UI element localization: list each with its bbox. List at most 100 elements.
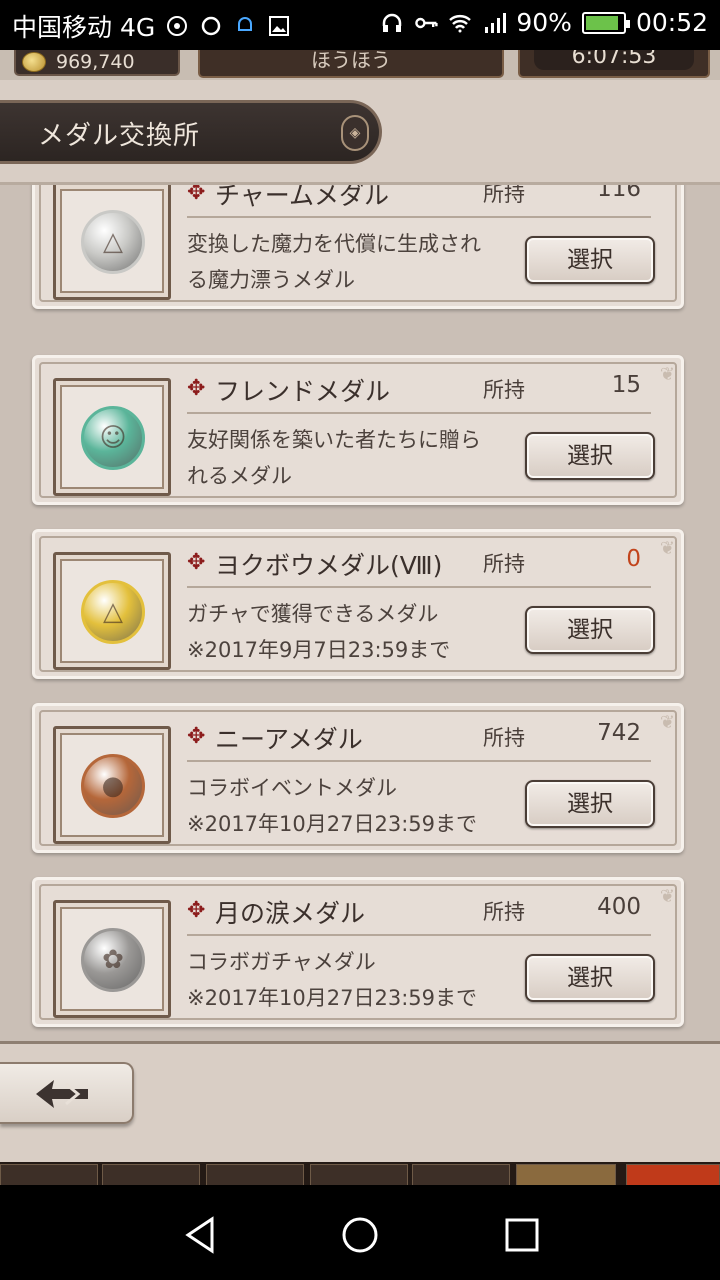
sync-icon [201,16,221,36]
ornament-icon: ❦ [659,364,675,385]
select-button[interactable]: 選択 [525,954,655,1002]
medal-name: 月の涙メダル [215,899,366,928]
back-button[interactable] [0,1062,134,1124]
ornament-icon: ❦ [659,538,675,559]
friend-medal-icon: ☺ [81,406,145,470]
description-line: コラボイベントメダル [187,776,397,800]
cross-icon: ✥ [187,898,206,923]
medal-description: 友好関係を築いた者たちに贈ら れるメダル [187,422,517,494]
select-button[interactable]: 選択 [525,432,655,480]
nav-back-icon[interactable] [182,1215,222,1255]
description-line: 変換した魔力を代償に生成され [187,232,481,256]
owned-count: 116 [597,182,641,202]
owned-count: 0 [626,546,641,572]
owned-count: 742 [597,720,641,746]
medal-frame: △ [53,185,171,300]
cross-icon: ✥ [187,550,206,575]
select-button[interactable]: 選択 [525,606,655,654]
medal-description: ガチャで獲得できるメダル ※2017年9月7日23:59まで [187,596,517,668]
stamina-box: ほうほう [198,50,504,78]
owned-label: 所持 [483,726,525,750]
bottom-tab-bar [0,1162,720,1185]
description-line: ※2017年10月27日23:59まで [187,812,478,836]
description-line: ※2017年10月27日23:59まで [187,986,478,1010]
carrier-label: 中国移动 4G [12,13,156,42]
description-line: れるメダル [187,464,292,488]
ornament-icon: ❦ [659,886,675,907]
medal-description: 変換した魔力を代償に生成され る魔力漂うメダル [187,226,517,298]
page-title-banner: メダル交換所 ◈ [0,100,382,164]
select-button[interactable]: 選択 [525,236,655,284]
tab-1[interactable] [0,1164,98,1185]
medal-frame: ☺ [53,378,171,496]
tab-2[interactable] [102,1164,200,1185]
headphones-icon [383,13,402,32]
medal-description: コラボイベントメダル ※2017年10月27日23:59まで [187,770,517,842]
owned-count: 400 [597,894,641,920]
medal-card: △ ✥ ヨクボウメダル(Ⅷ) 所持 0 ガチャで獲得できるメダル ※2017年9… [32,529,684,679]
divider [187,586,651,588]
signal-icon [485,12,507,33]
image-icon [269,16,290,36]
medal-name: チャームメダル [215,182,390,210]
cross-icon: ✥ [187,376,206,401]
navigation-bar [0,1185,720,1280]
description-line: る魔力漂うメダル [187,268,355,292]
medal-list[interactable]: △ ✥ チャームメダル 所持 116 変換した魔力を代償に生成され る魔力漂うメ… [0,182,720,1044]
tab-7[interactable] [626,1164,720,1185]
status-bar: 中国移动 4G 90% 00:52 [0,0,720,50]
medal-frame: ✿ [53,900,171,1018]
tab-4[interactable] [310,1164,408,1185]
tab-3[interactable] [206,1164,304,1185]
coin-amount: 969,740 [56,51,135,73]
medal-frame: △ [53,552,171,670]
medal-card: △ ✥ チャームメダル 所持 116 変換した魔力を代償に生成され る魔力漂うメ… [32,182,684,309]
cross-icon: ✥ [187,182,206,205]
wifi-icon [449,14,472,32]
tab-6[interactable] [516,1164,616,1185]
key-icon [415,17,438,28]
divider [187,412,651,414]
nav-recents-icon[interactable] [502,1215,542,1255]
battery-percent: 90% [516,8,572,37]
divider [187,760,651,762]
game-screen: 969,740 ほうほう 6:07:53 メダル交換所 ◈ △ ✥ チャームメダ… [0,50,720,1185]
medal-name: ニーアメダル [215,725,363,754]
medal-frame: ● [53,726,171,844]
medal-card: ● ✥ ニーアメダル 所持 742 コラボイベントメダル ※2017年10月27… [32,703,684,853]
medal-name: フレンドメダル [215,377,391,406]
cross-icon: ✥ [187,724,206,749]
coin-icon [22,52,46,72]
description-line: 友好関係を築いた者たちに贈ら [187,428,481,452]
lily-flower-icon: ✿ [81,928,145,992]
divider [187,216,651,218]
diamond-icon: ◈ [341,115,369,151]
medal-name: ヨクボウメダル(Ⅷ) [215,551,443,580]
description-line: コラボガチャメダル [187,950,376,974]
stamina-label: ほうほう [311,50,391,72]
eye-triangle-icon: △ [81,580,145,644]
clock: 00:52 [635,8,708,37]
back-arrow-icon [36,1080,88,1108]
timer-box: 6:07:53 [518,50,710,78]
timer-value: 6:07:53 [534,50,694,70]
ornament-icon: ❦ [659,712,675,733]
medal-card: ✿ ✥ 月の涙メダル 所持 400 コラボガチャメダル ※2017年10月27日… [32,877,684,1027]
select-button[interactable]: 選択 [525,780,655,828]
owned-label: 所持 [483,552,525,576]
description-line: ガチャで獲得できるメダル [187,602,439,626]
nav-home-icon[interactable] [340,1215,380,1255]
nfc-icon [167,16,188,36]
owned-label: 所持 [483,378,525,402]
page-title: メダル交換所 [38,121,201,151]
description-line: ※2017年9月7日23:59まで [187,638,451,662]
eye-triangle-icon: △ [81,210,145,274]
owned-label: 所持 [483,900,525,924]
face-medal-icon: ● [81,754,145,818]
medal-card: ☺ ✥ フレンドメダル 所持 15 友好関係を築いた者たちに贈ら れるメダル 選… [32,355,684,505]
tab-5[interactable] [412,1164,510,1185]
coin-counter: 969,740 [14,50,180,76]
owned-count: 15 [611,372,641,398]
owned-label: 所持 [483,182,525,206]
battery-icon [581,11,630,34]
